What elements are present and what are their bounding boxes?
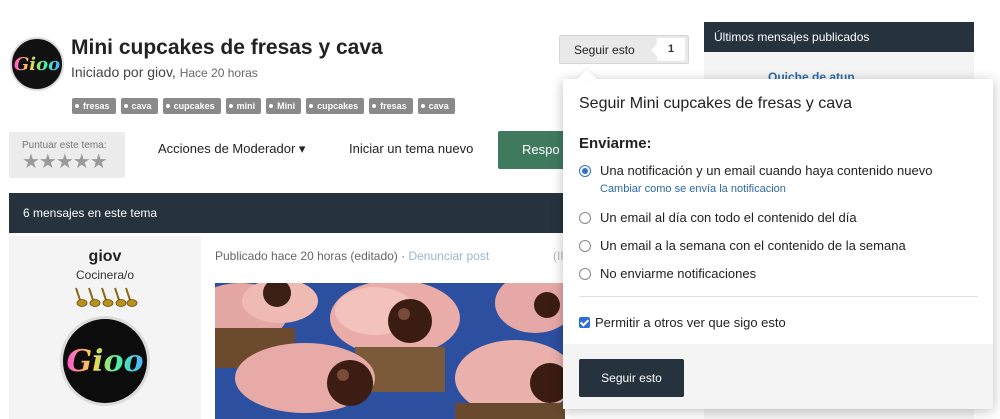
popup-title: Seguir Mini cupcakes de fresas y cava [579, 95, 853, 112]
option-label: Una notificación y un email cuando haya … [600, 163, 933, 178]
tag-list: fresas cava cupcakes mini Mini cupcakes … [72, 98, 455, 114]
post-image-cupcakes[interactable] [215, 283, 565, 419]
author-rank: Cocinera/o [75, 268, 135, 282]
radio-icon[interactable] [579, 239, 591, 252]
change-notification-link[interactable]: Cambiar como se envía la notificacion [600, 183, 786, 195]
started-by: Iniciado por giov, [71, 64, 176, 80]
tag[interactable]: fresas [72, 98, 116, 114]
avatar-logo-text: Gioo [13, 53, 61, 75]
author-name[interactable]: giov [9, 248, 201, 266]
report-post-link[interactable]: Denunciar post [408, 249, 489, 263]
tag[interactable]: fresas [369, 98, 413, 114]
sidebar-title: Últimos mensajes publicados [704, 22, 974, 52]
submit-follow-button[interactable]: Seguir esto [579, 359, 684, 397]
tag[interactable]: cava [120, 98, 158, 114]
checkbox-label: Permitir a otros ver que sigo esto [595, 315, 786, 330]
topic-author-avatar[interactable]: Gioo [10, 37, 64, 91]
page-title: Mini cupcakes de fresas y cava [71, 36, 383, 59]
post-author-panel: giov Cocinera/o Gioo [9, 236, 201, 419]
popup-subtitle: Enviarme: [579, 135, 652, 152]
popup-arrow-icon [576, 69, 598, 80]
tag[interactable]: cupcakes [306, 98, 365, 114]
allow-visibility-checkbox[interactable]: Permitir a otros ver que sigo esto [579, 315, 786, 330]
follow-button[interactable]: Seguir esto 1 [559, 35, 689, 64]
follower-count-badge: 1 [651, 38, 685, 61]
option-label: Un email a la semana con el contenido de… [600, 238, 906, 253]
checkbox-checked-icon[interactable] [579, 317, 590, 328]
topic-time: Hace 20 horas [179, 66, 258, 80]
rating-widget: Puntuar este tema: ★★★★★ [9, 132, 125, 178]
option-notification-email[interactable]: Una notificación y un email cuando haya … [579, 163, 932, 178]
post-date: Publicado hace 20 horas (editado) · [215, 249, 409, 263]
rating-label: Puntuar este tema: [22, 140, 107, 151]
radio-selected-icon[interactable] [579, 164, 591, 177]
option-daily-email[interactable]: Un email al día con todo el contenido de… [579, 210, 857, 225]
radio-icon[interactable] [579, 267, 591, 280]
post-meta: Publicado hace 20 horas (editado) · Denu… [215, 249, 568, 263]
option-no-notifications[interactable]: No enviarme notificaciones [579, 266, 756, 281]
rank-spoons-icon [9, 286, 201, 308]
option-label: Un email al día con todo el contenido de… [600, 210, 857, 225]
follow-button-label: Seguir esto [574, 42, 635, 57]
tag[interactable]: cava [417, 98, 455, 114]
radio-icon[interactable] [579, 211, 591, 224]
tag[interactable]: mini [225, 98, 262, 114]
author-avatar[interactable]: Gioo [60, 316, 150, 406]
avatar-logo-text: Gioo [66, 343, 144, 379]
option-label: No enviarme notificaciones [600, 266, 757, 281]
moderator-actions-dropdown[interactable]: Acciones de Moderador ▾ [158, 141, 305, 157]
new-topic-link[interactable]: Iniciar un tema nuevo [349, 141, 473, 156]
tag[interactable]: cupcakes [162, 98, 221, 114]
star-rating-icons[interactable]: ★★★★★ [22, 151, 125, 173]
popup-divider [579, 296, 978, 297]
option-weekly-email[interactable]: Un email a la semana con el contenido de… [579, 238, 906, 253]
tag[interactable]: Mini [266, 98, 302, 114]
topic-meta: Iniciado por giov, Hace 20 horas [71, 64, 258, 80]
